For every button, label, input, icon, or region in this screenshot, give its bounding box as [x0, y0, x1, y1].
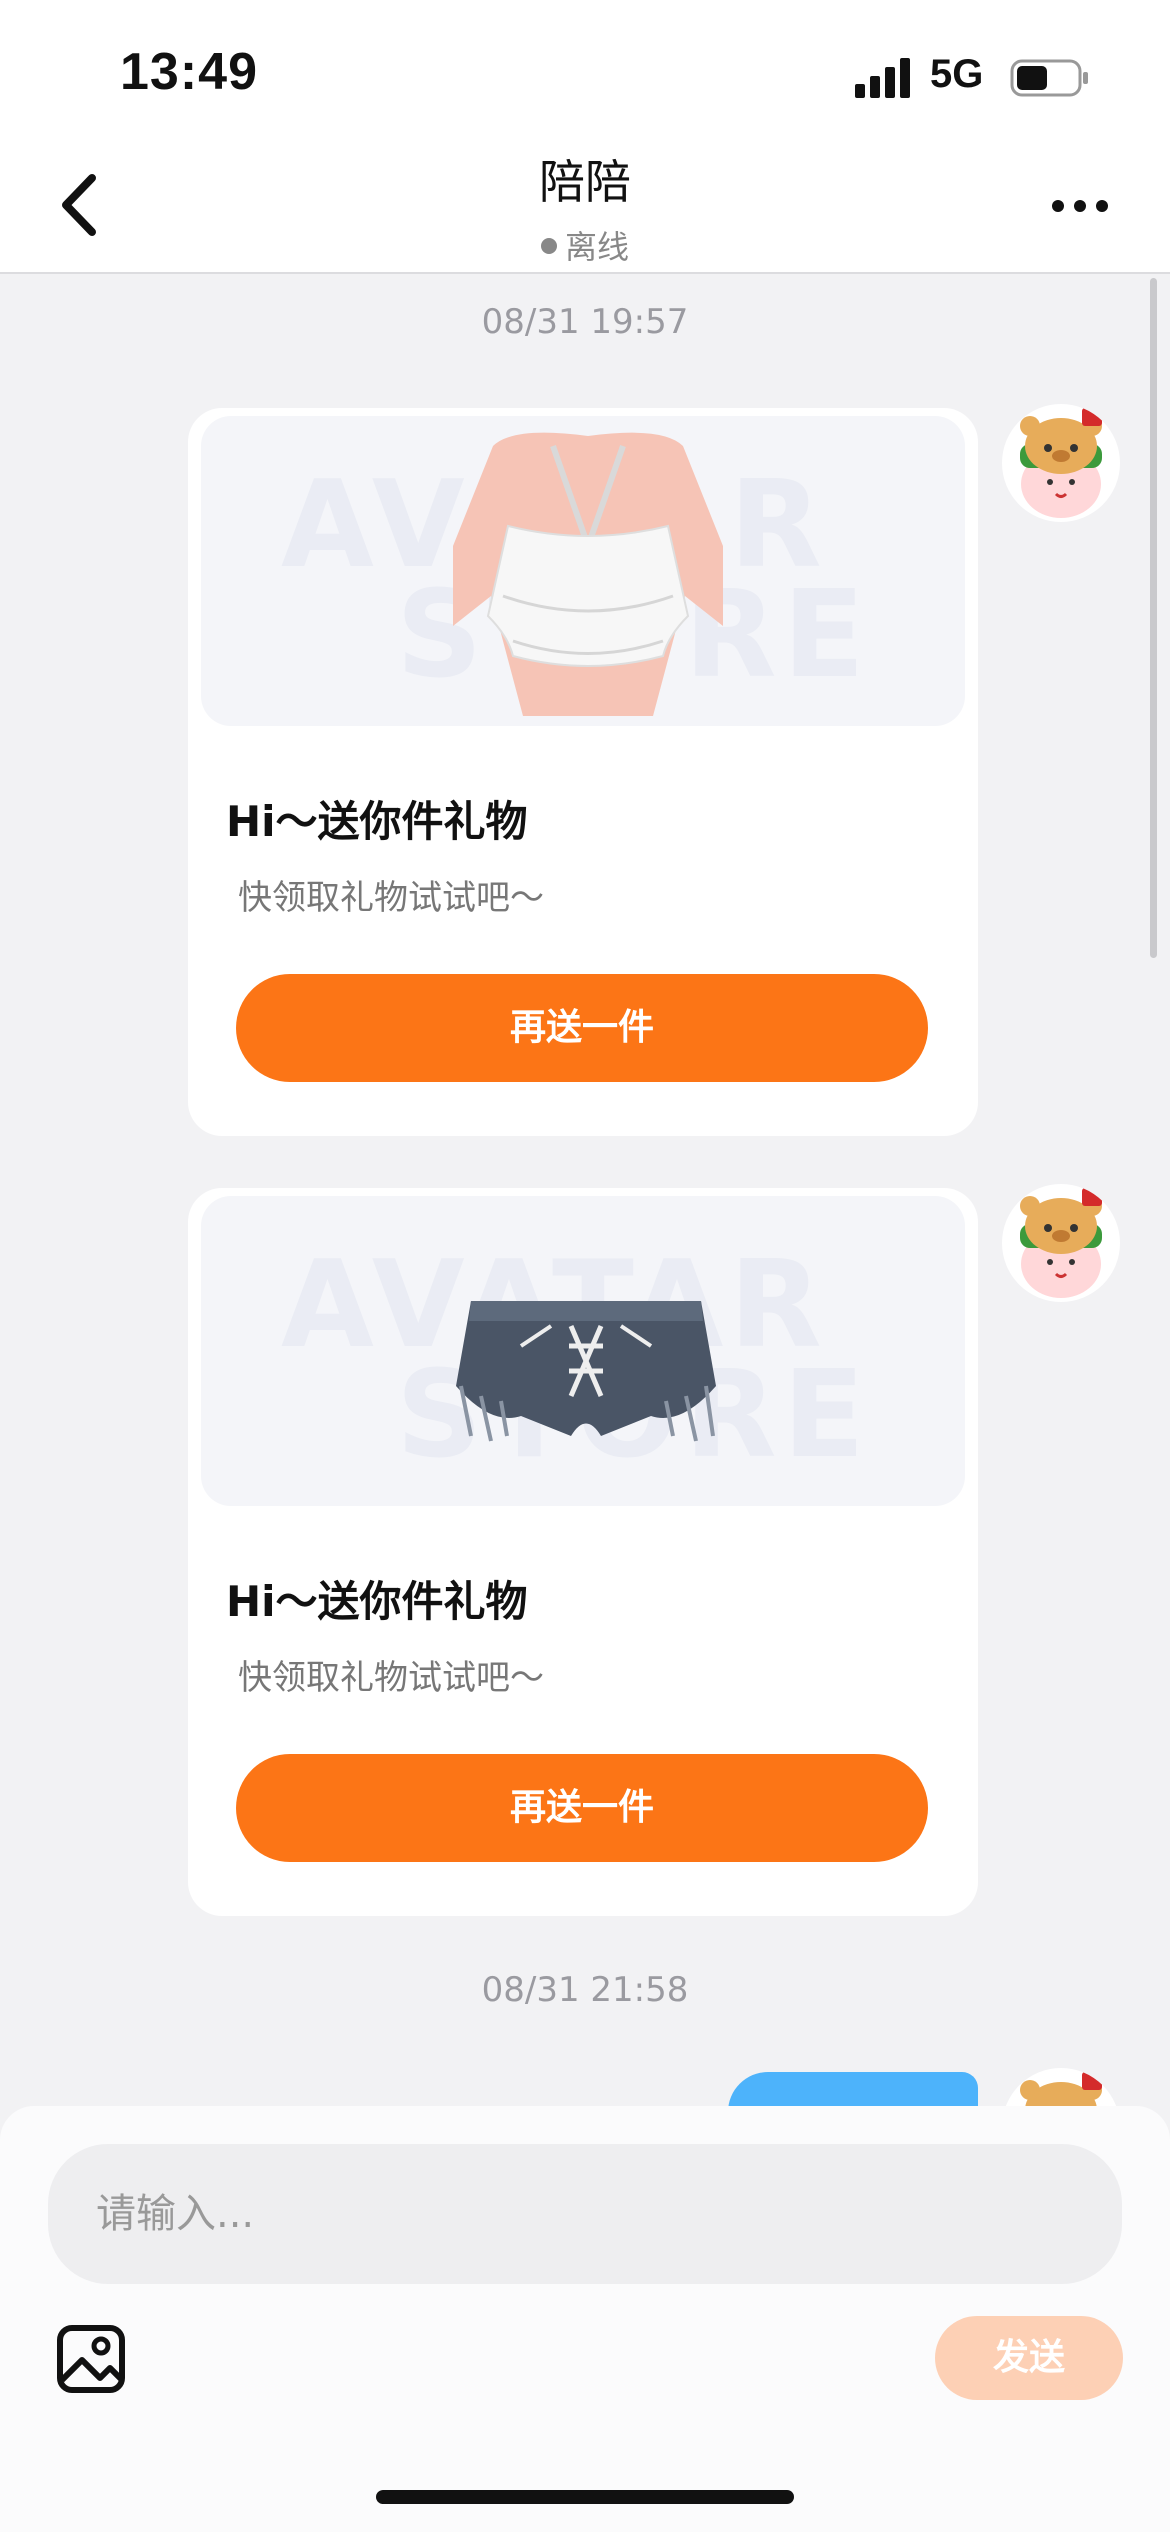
image-icon[interactable]	[56, 2324, 126, 2394]
gift-card-title: Hi～送你件礼物	[226, 1577, 528, 1626]
send-button[interactable]: 发送	[935, 2316, 1123, 2400]
gift-card-subtitle: 快领取礼物试试吧～	[238, 878, 544, 918]
more-dots-icon[interactable]	[1050, 196, 1110, 216]
avatar[interactable]	[1002, 404, 1120, 522]
gift-item-image[interactable]: AVATAR STORE	[201, 1196, 965, 1506]
gift-card-title: Hi～送你件礼物	[226, 797, 528, 846]
message-timestamp: 08/31 21:58	[481, 1970, 689, 2010]
bear-avatar-icon	[1003, 405, 1119, 521]
avatar[interactable]	[1002, 1184, 1120, 1302]
bear-avatar-icon	[1003, 1185, 1119, 1301]
message-timestamp: 08/31 19:57	[481, 302, 689, 342]
status-time: 13:49	[120, 43, 258, 101]
message-input[interactable]: 请输入...	[48, 2144, 1122, 2284]
signal-icon	[855, 58, 910, 98]
status-text: 离线	[564, 228, 629, 266]
denim-shorts-image	[456, 1301, 716, 1442]
status-dot-icon	[540, 238, 557, 254]
send-another-button[interactable]: 再送一件	[236, 1754, 928, 1862]
home-indicator[interactable]	[376, 2490, 794, 2504]
online-status: 离线	[0, 222, 1170, 268]
battery-icon	[1010, 59, 1088, 97]
gift-card-subtitle: 快领取礼物试试吧～	[238, 1658, 544, 1698]
gift-card[interactable]: AVATAR STORE Hi～送你件礼物 快领取礼物试试吧～ 再送一件	[188, 408, 978, 1136]
white-top-image	[453, 432, 723, 716]
gift-card[interactable]: AVATAR STORE Hi～送你件礼物 快领取礼物试试吧～ 再送一件	[188, 1188, 978, 1916]
gift-item-image[interactable]: AVATAR STORE	[201, 416, 965, 726]
network-type: 5G	[930, 52, 984, 96]
scrollbar[interactable]	[1150, 278, 1157, 958]
chat-title: 陪陪	[539, 155, 631, 209]
send-another-button[interactable]: 再送一件	[236, 974, 928, 1082]
